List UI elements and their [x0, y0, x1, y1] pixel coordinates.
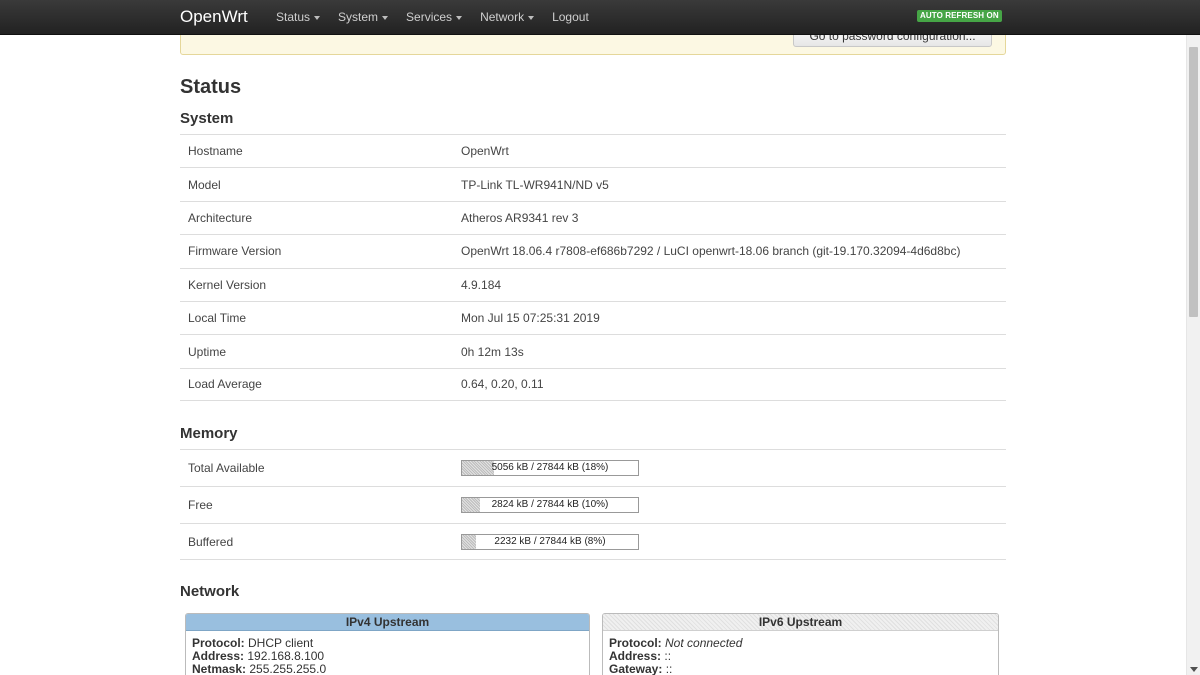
row-value: Atheros AR9341 rev 3	[461, 210, 579, 225]
menu-logout-label: Logout	[552, 10, 589, 24]
row-value: Mon Jul 15 07:25:31 2019	[461, 311, 600, 326]
table-row: Load Average 0.64, 0.20, 0.11	[180, 367, 1006, 402]
row-label: Local Time	[188, 311, 247, 326]
memory-progress-bar: 5056 kB / 27844 kB (18%)	[461, 460, 639, 476]
ipv6-upstream-panel: IPv6 Upstream Protocol: Not connected Ad…	[602, 613, 999, 675]
page-scrollbar[interactable]	[1186, 35, 1200, 675]
page-title: Status	[180, 76, 242, 98]
row-label: Buffered	[188, 534, 234, 549]
row-label: Firmware Version	[188, 244, 282, 259]
caret-down-icon	[456, 16, 463, 20]
ipv4-upstream-header: IPv4 Upstream	[186, 614, 589, 631]
menu-services-label: Services	[406, 10, 453, 24]
main-menu: Status System Services Network Logout	[276, 0, 607, 35]
menu-network[interactable]: Network	[480, 0, 535, 35]
row-label: Free	[188, 498, 213, 512]
protocol-label: Protocol:	[609, 636, 662, 650]
caret-down-icon	[528, 16, 535, 20]
row-value: OpenWrt	[461, 144, 509, 159]
memory-progress-bar: 2824 kB / 27844 kB (10%)	[461, 497, 639, 513]
row-label: Total Available	[188, 461, 265, 475]
protocol-label: Protocol:	[192, 636, 245, 650]
progress-text: 2232 kB / 27844 kB (8%)	[494, 536, 606, 547]
row-label: Model	[188, 177, 221, 192]
caret-down-icon	[314, 16, 321, 20]
progress-text: 5056 kB / 27844 kB (18%)	[491, 462, 609, 473]
table-row: Hostname OpenWrt	[180, 134, 1006, 167]
menu-network-label: Network	[480, 10, 525, 24]
network-section-title: Network	[180, 583, 240, 600]
address-value: ::	[664, 649, 672, 663]
protocol-value: DHCP client	[248, 636, 314, 650]
progress-text: 2824 kB / 27844 kB (10%)	[491, 499, 609, 510]
brand-logo[interactable]: OpenWrt	[180, 6, 248, 28]
row-value: 4.9.184	[461, 277, 502, 292]
table-row: Kernel Version 4.9.184	[180, 267, 1006, 301]
system-table: Hostname OpenWrt Model TP-Link TL-WR941N…	[180, 134, 1006, 402]
menu-system[interactable]: System	[338, 0, 389, 35]
row-label: Load Average	[188, 377, 262, 392]
ipv6-upstream-header: IPv6 Upstream	[603, 614, 998, 631]
netmask-label: Netmask:	[192, 662, 247, 675]
row-value: OpenWrt 18.06.4 r7808-ef686b7292 / LuCI …	[461, 244, 961, 259]
menu-system-label: System	[338, 10, 379, 24]
table-row: Buffered 2232 kB / 27844 kB (8%)	[180, 523, 1006, 560]
table-row: Local Time Mon Jul 15 07:25:31 2019	[180, 300, 1006, 334]
caret-down-icon	[382, 16, 389, 20]
address-label: Address:	[609, 649, 662, 663]
row-value: 0.64, 0.20, 0.11	[461, 377, 544, 392]
gateway-label: Gateway:	[609, 662, 663, 675]
table-row: Firmware Version OpenWrt 18.06.4 r7808-e…	[180, 234, 1006, 267]
gateway-value: ::	[665, 662, 673, 675]
memory-section-title: Memory	[180, 425, 238, 442]
menu-status[interactable]: Status	[276, 0, 321, 35]
memory-progress-bar: 2232 kB / 27844 kB (8%)	[461, 534, 639, 550]
auto-refresh-toggle[interactable]: AUTO REFRESH ON	[917, 10, 1002, 22]
protocol-value: Not connected	[665, 636, 743, 650]
menu-services[interactable]: Services	[406, 0, 463, 35]
memory-table: Total Available 5056 kB / 27844 kB (18%)…	[180, 449, 1006, 560]
row-label: Kernel Version	[188, 277, 267, 292]
scrollbar-thumb[interactable]	[1189, 47, 1198, 317]
top-navbar: OpenWrt Status System Services Network L…	[0, 0, 1200, 35]
row-label: Architecture	[188, 210, 253, 225]
table-row: Model TP-Link TL-WR941N/ND v5	[180, 167, 1006, 200]
row-label: Uptime	[188, 344, 227, 359]
table-row: Architecture Atheros AR9341 rev 3	[180, 200, 1006, 234]
address-label: Address:	[192, 649, 245, 663]
netmask-value: 255.255.255.0	[249, 662, 327, 675]
scroll-down-arrow-icon[interactable]	[1190, 667, 1198, 672]
ipv4-upstream-body: Protocol: DHCP client Address: 192.168.8…	[186, 631, 589, 675]
menu-status-label: Status	[276, 10, 311, 24]
table-row: Free 2824 kB / 27844 kB (10%)	[180, 486, 1006, 523]
system-section-title: System	[180, 110, 234, 127]
row-value: TP-Link TL-WR941N/ND v5	[461, 177, 609, 192]
table-row: Total Available 5056 kB / 27844 kB (18%)	[180, 449, 1006, 486]
table-row: Uptime 0h 12m 13s	[180, 334, 1006, 367]
ipv6-upstream-body: Protocol: Not connected Address: :: Gate…	[603, 631, 998, 675]
ipv4-upstream-panel: IPv4 Upstream Protocol: DHCP client Addr…	[185, 613, 590, 675]
menu-logout[interactable]: Logout	[552, 0, 589, 35]
address-value: 192.168.8.100	[247, 649, 325, 663]
row-label: Hostname	[188, 144, 243, 159]
row-value: 0h 12m 13s	[461, 344, 524, 359]
